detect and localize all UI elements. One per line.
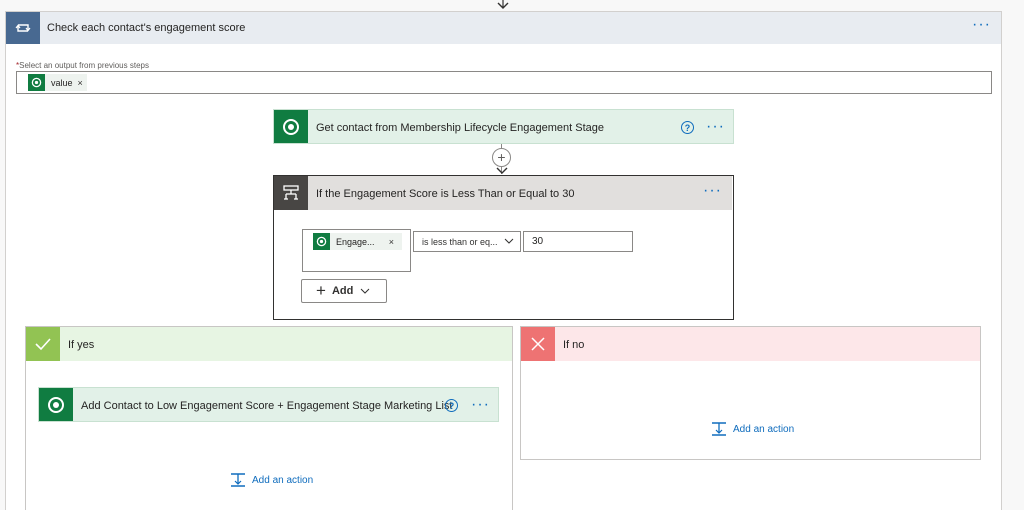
token-label: Engage... [336,236,375,247]
plus-icon: + [316,281,326,300]
condition-card: If the Engagement Score is Less Than or … [273,175,734,320]
loop-header[interactable]: Check each contact's engagement score ··… [6,12,1001,44]
more-options-icon[interactable]: ··· [703,183,722,199]
dataverse-logo-icon [28,74,45,91]
if-no-header[interactable]: If no [521,327,980,361]
engagement-score-token[interactable]: Engage... × [313,233,402,250]
condition-header[interactable]: If the Engagement Score is Less Than or … [274,176,732,210]
more-options-icon[interactable]: ··· [471,397,490,413]
dataverse-logo-icon [274,110,308,143]
remove-token-icon[interactable]: × [389,237,402,247]
checkmark-icon [26,327,60,361]
add-an-action-link[interactable]: Add an action [711,421,794,437]
dataverse-logo-icon [313,233,330,250]
chevron-down-icon [360,288,370,294]
chevron-down-icon [504,238,514,244]
if-yes-branch: If yes Add Contact to Low Engagement Sco… [25,326,513,510]
token-label: value [51,77,73,88]
condition-branch-icon [274,176,308,210]
add-an-action-label: Add an action [733,423,795,435]
value-token[interactable]: value × [28,74,87,91]
operator-value: is less than or eq... [422,237,498,247]
add-contact-to-list-action[interactable]: Add Contact to Low Engagement Score + En… [38,387,499,422]
if-no-branch: If no Add an action [520,326,981,460]
help-icon[interactable]: ? [681,121,694,134]
dataverse-logo-icon [39,388,73,421]
remove-token-icon[interactable]: × [78,78,87,88]
condition-value-input[interactable]: 30 [523,231,633,252]
add-action-icon [231,473,245,487]
add-condition-button[interactable]: + Add [301,279,387,303]
get-contact-action[interactable]: Get contact from Membership Lifecycle En… [273,109,734,144]
action-title: Add Contact to Low Engagement Score + En… [81,400,453,412]
flow-arrow-icon [497,0,509,9]
loop-arrows-icon [6,12,40,44]
operator-dropdown[interactable]: is less than or eq... [413,231,521,252]
help-icon[interactable]: ? [445,399,458,412]
x-icon [521,327,555,361]
add-an-action-link[interactable]: Add an action [230,472,313,488]
action-title: Get contact from Membership Lifecycle En… [316,122,604,134]
insert-step-icon[interactable]: + [492,148,511,167]
if-yes-title: If yes [68,339,95,351]
select-output-label: *Select an output from previous steps [16,61,149,70]
add-an-action-label: Add an action [252,474,314,486]
if-yes-header[interactable]: If yes [26,327,512,361]
more-options-icon[interactable]: ··· [972,17,991,33]
flow-arrow-icon [496,167,508,174]
more-options-icon[interactable]: ··· [706,119,725,135]
condition-value: 30 [532,236,544,247]
add-label: Add [331,285,354,297]
condition-operand-input[interactable]: Engage... × [302,229,411,272]
select-output-input[interactable]: value × [16,71,992,94]
add-action-icon [712,422,726,436]
condition-title: If the Engagement Score is Less Than or … [316,188,575,200]
if-no-title: If no [563,339,585,351]
loop-title: Check each contact's engagement score [47,22,246,34]
